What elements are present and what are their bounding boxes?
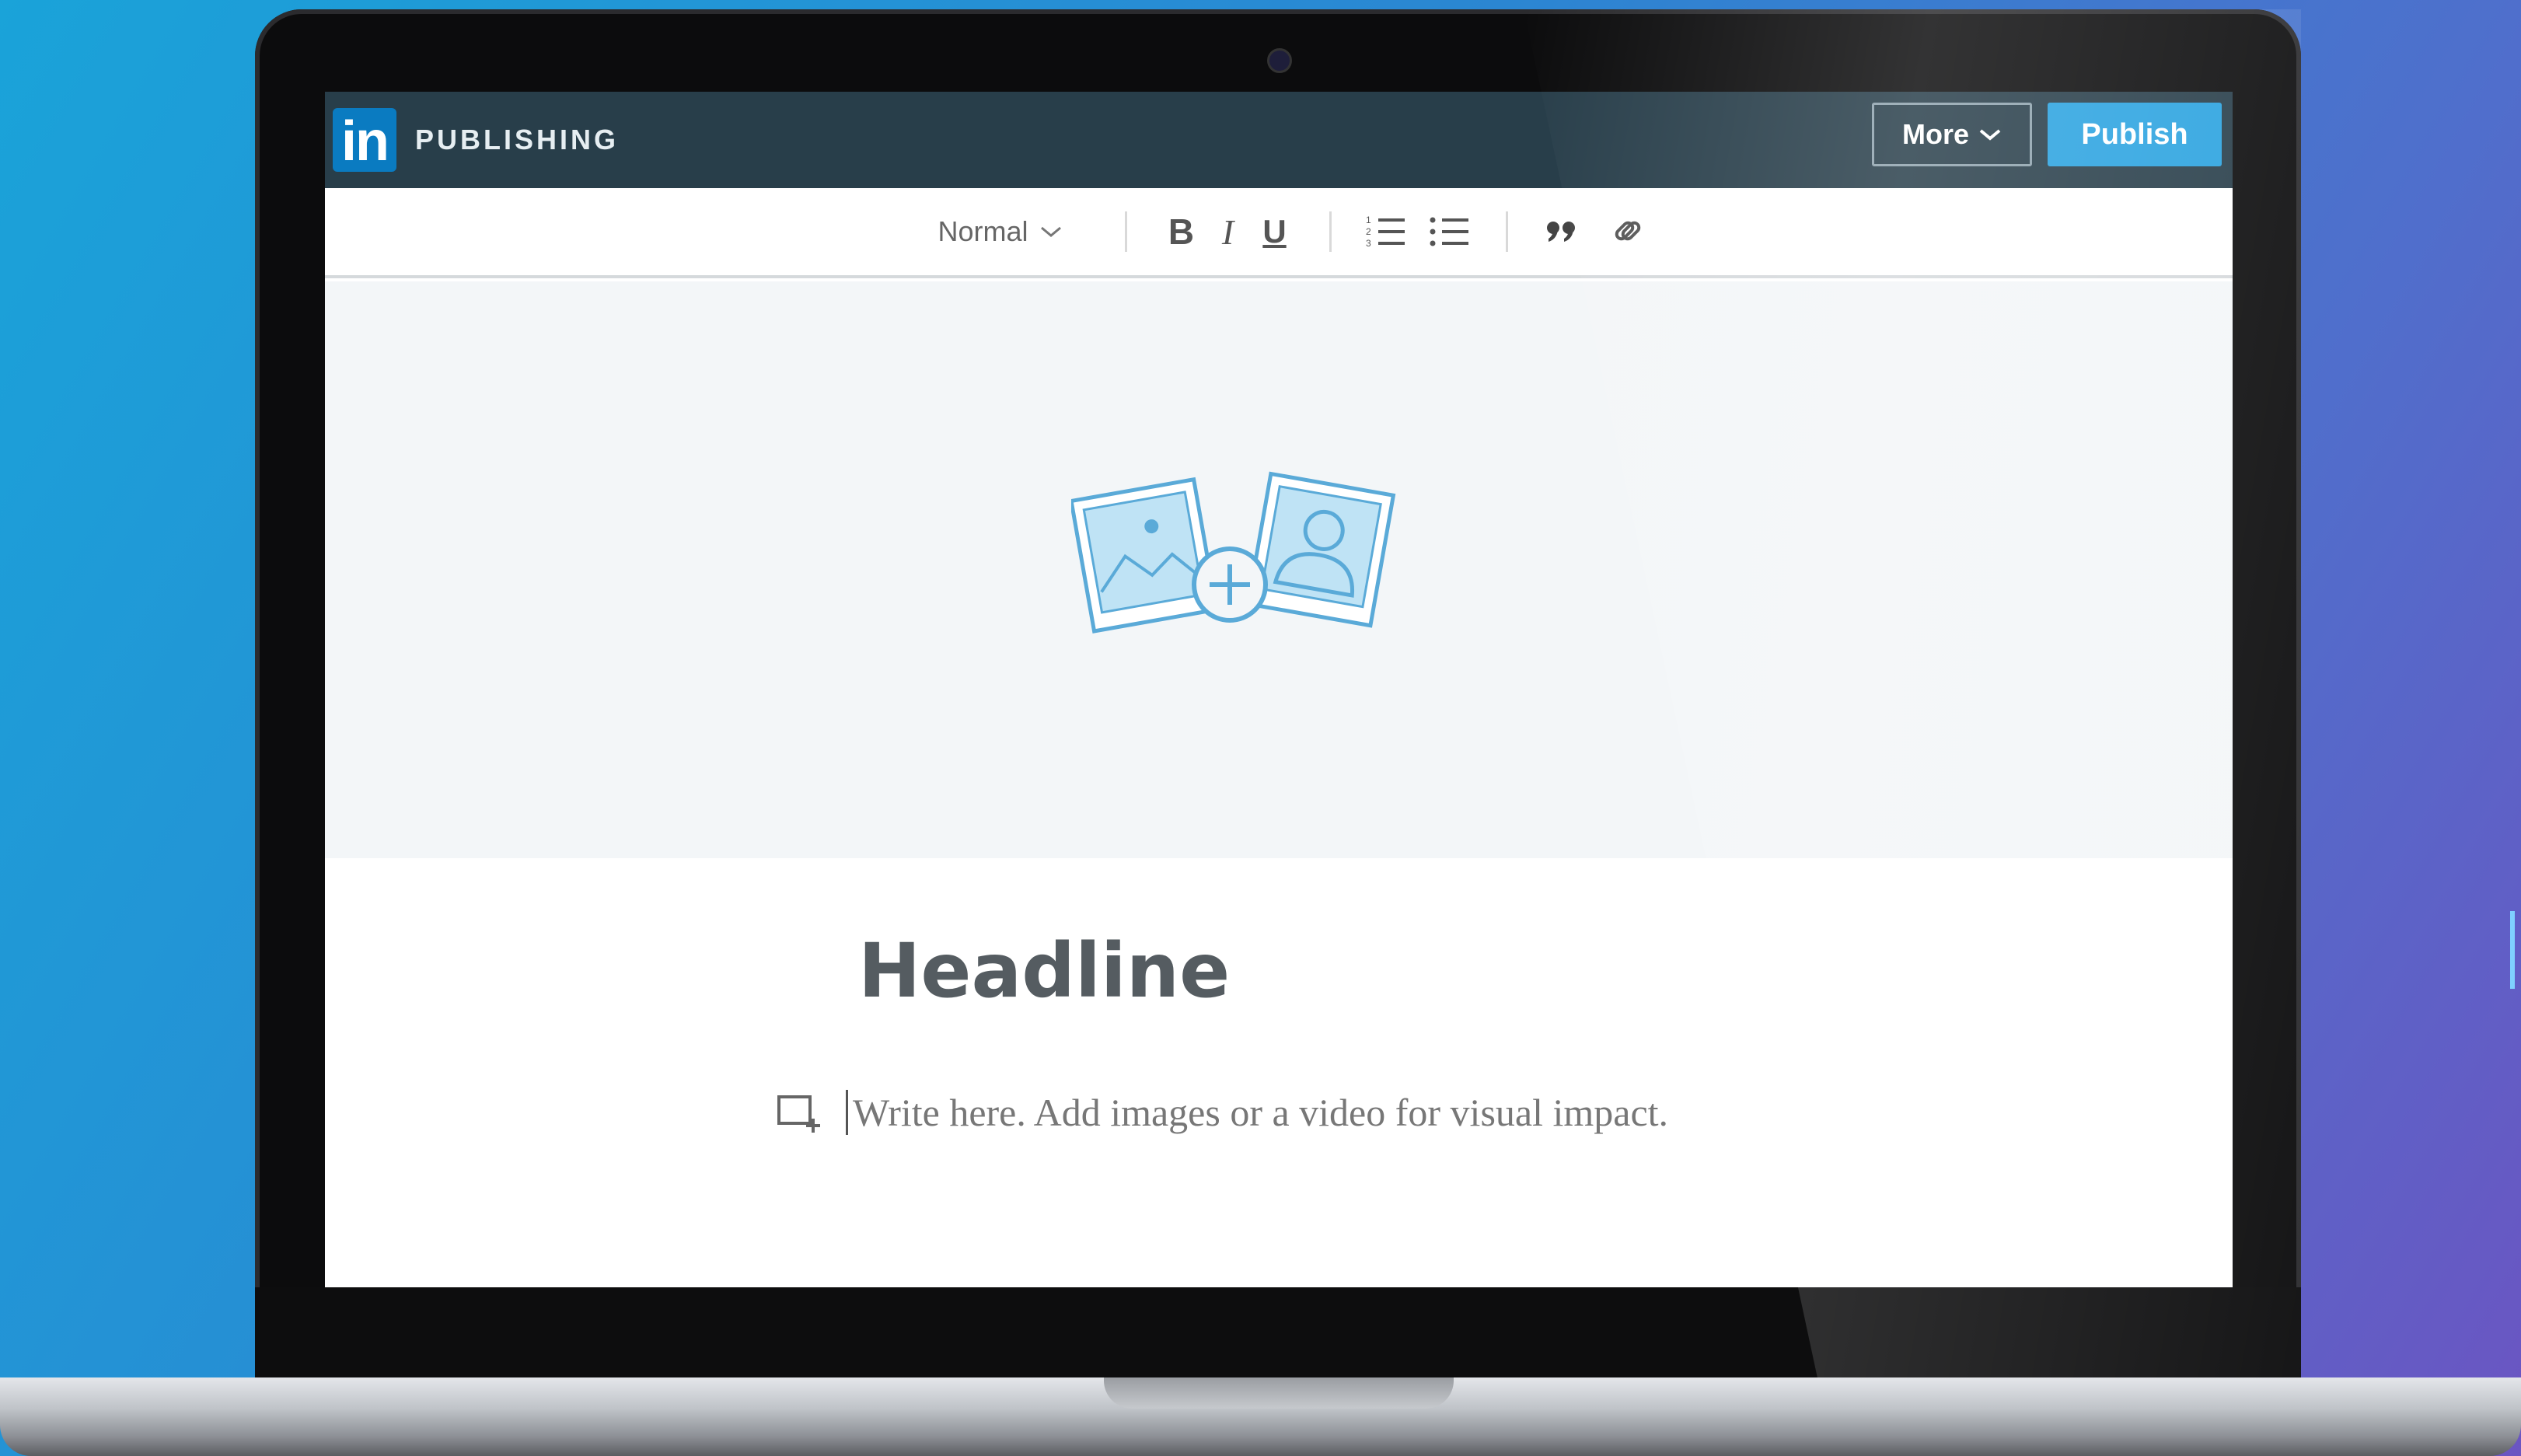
add-image-icon[interactable] [1071,468,1398,647]
toolbar-divider [1329,211,1332,252]
cover-image-area[interactable] [325,281,2233,858]
bulleted-list-icon[interactable] [1426,212,1475,251]
text-style-select[interactable]: Normal [938,215,1062,248]
linkedin-logo[interactable]: in [333,108,396,173]
publishing-brand: PUBLISHING [415,124,620,155]
camera-icon [1267,48,1292,73]
italic-button[interactable]: I [1205,211,1252,253]
svg-text:2: 2 [1366,226,1371,237]
body-editor-row: Write here. Add images or a video for vi… [776,1090,1668,1135]
more-label: More [1901,118,1969,150]
chevron-down-icon [1040,226,1061,237]
bold-button[interactable]: B [1158,211,1205,253]
publish-button[interactable]: Publish [2048,103,2222,166]
numbered-list-icon[interactable]: 123 [1363,212,1411,251]
link-icon[interactable] [1603,212,1651,251]
cropped-link-underline [2510,911,2521,989]
more-button[interactable]: More [1872,103,2032,166]
toolbar-divider [1505,211,1508,252]
svg-text:1: 1 [1366,215,1371,225]
laptop-bezel [255,1287,2301,1385]
quote-icon[interactable] [1539,212,1587,251]
chevron-down-icon [1979,129,2001,141]
underline-button[interactable]: U [1252,213,1298,250]
editor-screen: in PUBLISHING More Publish Normal B I U [325,92,2233,1287]
text-style-value: Normal [938,215,1028,247]
topbar-actions: More Publish [1872,103,2222,166]
laptop-notch [1104,1377,1454,1409]
formatting-toolbar: Normal B I U 123 [325,188,2233,278]
headline-input[interactable]: Headline [858,927,1230,1014]
toolbar-divider [1124,211,1127,252]
top-navigation-bar: in PUBLISHING More Publish [325,92,2233,188]
body-input[interactable]: Write here. Add images or a video for vi… [846,1090,1668,1135]
svg-text:3: 3 [1366,238,1371,249]
add-media-icon[interactable] [776,1091,822,1134]
